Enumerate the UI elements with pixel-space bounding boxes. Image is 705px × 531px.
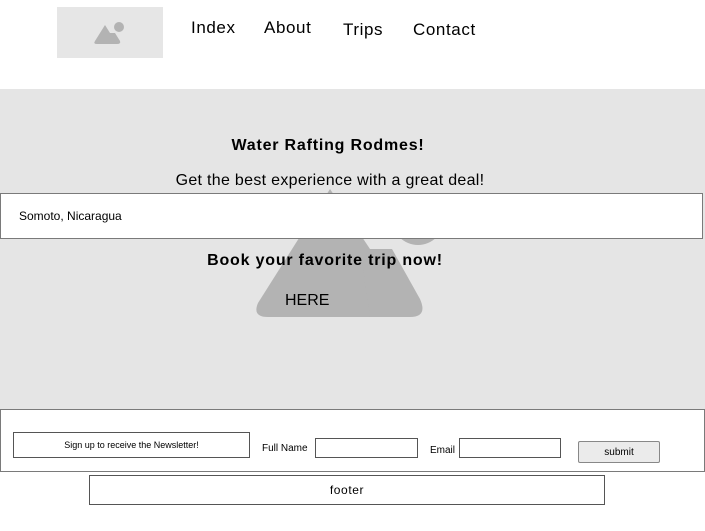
hero-title: Water Rafting Rodmes! xyxy=(231,137,425,154)
nav-link-about[interactable]: About xyxy=(264,18,311,38)
book-here-link[interactable]: HERE xyxy=(285,292,329,310)
hero-section: Water Rafting Rodmes! Get the best exper… xyxy=(0,89,705,409)
email-label: Email xyxy=(430,445,456,456)
newsletter-label: Sign up to receive the Newsletter! xyxy=(13,432,250,458)
full-name-label: Full Name xyxy=(262,443,308,454)
full-name-input[interactable] xyxy=(315,438,418,458)
nav-link-index[interactable]: Index xyxy=(191,18,236,38)
logo[interactable] xyxy=(57,7,163,58)
image-placeholder-icon xyxy=(94,22,124,44)
location-text: Somoto, Nicaragua xyxy=(19,209,122,223)
footer: footer xyxy=(89,475,605,505)
hero-subtitle: Get the best experience with a great dea… xyxy=(175,172,485,189)
image-placeholder-icon xyxy=(256,189,444,317)
cta-heading: Book your favorite trip now! xyxy=(207,252,443,269)
nav-link-trips[interactable]: Trips xyxy=(343,20,383,40)
email-input[interactable] xyxy=(459,438,561,458)
newsletter-bar: Sign up to receive the Newsletter! Full … xyxy=(0,409,705,472)
location-bar: Somoto, Nicaragua xyxy=(0,193,703,239)
submit-button[interactable]: submit xyxy=(578,441,660,463)
nav-link-contact[interactable]: Contact xyxy=(413,20,476,40)
